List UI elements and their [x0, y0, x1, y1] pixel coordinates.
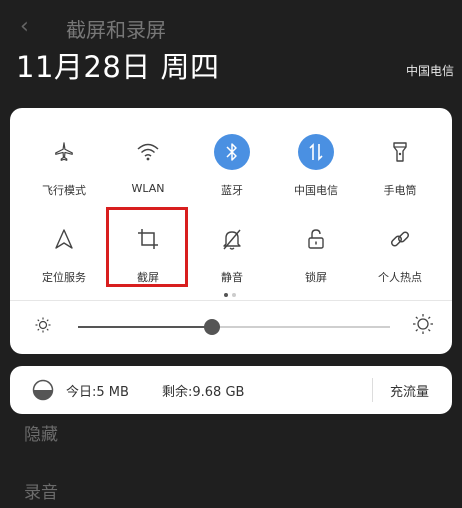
- brightness-slider-fill: [78, 326, 213, 328]
- settings-row-hidden[interactable]: 隐藏: [24, 420, 58, 445]
- hotspot-link-icon: [382, 221, 418, 257]
- location-icon: [46, 221, 82, 257]
- mute-bell-icon: [214, 221, 250, 257]
- wifi-icon: [130, 134, 166, 170]
- settings-header: ‹ 截屏和录屏: [0, 0, 462, 48]
- page-indicator: [222, 282, 238, 301]
- settings-title: 截屏和录屏: [66, 18, 166, 42]
- brightness-slider[interactable]: [78, 319, 390, 335]
- brightness-high-icon: [412, 313, 434, 339]
- tile-wlan[interactable]: WLAN: [106, 120, 190, 210]
- tile-bluetooth[interactable]: 蓝牙: [190, 120, 274, 210]
- tile-hotspot[interactable]: 个人热点: [358, 207, 442, 297]
- tile-label: 手电筒: [383, 184, 417, 197]
- tile-label: 锁屏: [305, 271, 327, 284]
- tile-airplane-mode[interactable]: 飞行模式: [22, 120, 106, 210]
- settings-row-recording[interactable]: 录音: [24, 478, 58, 503]
- tile-lock-screen[interactable]: 锁屏: [274, 207, 358, 297]
- carrier-label: 中国电信: [405, 64, 454, 78]
- tile-label: 定位服务: [42, 271, 86, 284]
- data-usage-remaining: 剩余:9.68 GB: [162, 385, 245, 400]
- recharge-data-button[interactable]: 充流量: [390, 381, 429, 400]
- tile-location[interactable]: 定位服务: [22, 207, 106, 297]
- bluetooth-icon: [214, 134, 250, 170]
- data-usage-separator: [372, 378, 373, 402]
- airplane-icon: [46, 134, 82, 170]
- tile-label: 个人热点: [378, 271, 422, 284]
- brightness-low-icon: [34, 316, 52, 338]
- tile-label: WLAN: [131, 182, 165, 195]
- back-arrow-icon[interactable]: ‹: [20, 14, 29, 39]
- tile-flashlight[interactable]: 手电筒: [358, 120, 442, 210]
- tile-label: 中国电信: [294, 184, 338, 197]
- tile-label: 飞行模式: [42, 184, 86, 197]
- lock-icon: [298, 221, 334, 257]
- brightness-slider-thumb[interactable]: [204, 319, 221, 335]
- data-usage-bar: 今日:5 MB 剩余:9.68 GB 充流量: [10, 366, 452, 414]
- date-label: 11月28日 周四: [16, 50, 220, 84]
- panel-divider: [10, 300, 452, 301]
- flashlight-icon: [382, 134, 418, 170]
- tile-label: 蓝牙: [221, 184, 243, 197]
- data-usage-pie-icon: [32, 379, 54, 405]
- screenshot-highlight-box: [106, 207, 188, 287]
- mobile-data-icon: [298, 134, 334, 170]
- page-dot-active: [224, 293, 228, 297]
- data-usage-today: 今日:5 MB: [66, 385, 129, 400]
- tile-mobile-data[interactable]: 中国电信: [274, 120, 358, 210]
- page-dot: [232, 293, 236, 297]
- quick-settings-panel: 飞行模式 WLAN 蓝牙 中国电信 手电筒 定位服务 截屏 静音 锁屏 个人热点: [10, 108, 452, 354]
